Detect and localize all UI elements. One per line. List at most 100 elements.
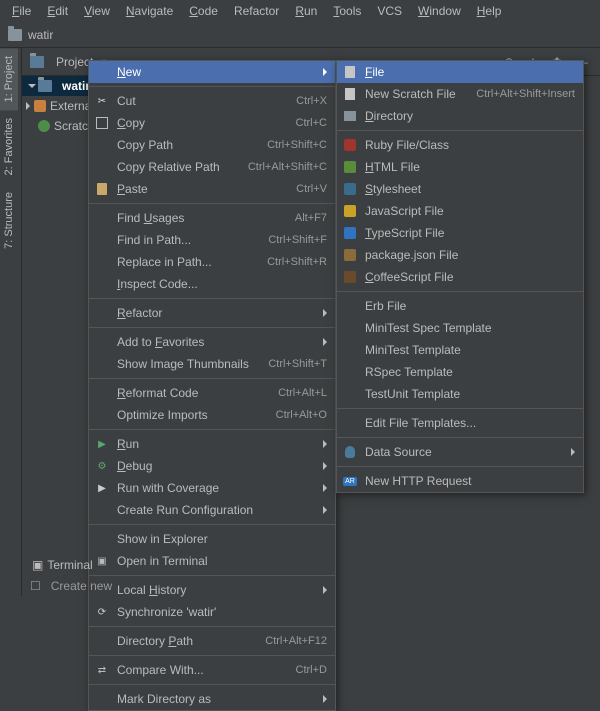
menu-file[interactable]: File: [4, 4, 39, 18]
submenu-arrow-icon: [571, 448, 575, 456]
menu-item-create-run-configuration[interactable]: Create Run Configuration: [89, 499, 335, 521]
separator: [89, 298, 335, 299]
menu-item-cut[interactable]: ✂CutCtrl+X: [89, 90, 335, 112]
menu-item-package-json-file[interactable]: package.json File: [337, 244, 583, 266]
menu-item-label: Optimize Imports: [117, 408, 208, 422]
menu-icon: ⇄: [95, 663, 109, 677]
menu-item-coffeescript-file[interactable]: CoffeeScript File: [337, 266, 583, 288]
menu-item-run-with-coverage[interactable]: ▶Run with Coverage: [89, 477, 335, 499]
menu-item-show-image-thumbnails[interactable]: Show Image ThumbnailsCtrl+Shift+T: [89, 353, 335, 375]
menu-item-label: Cut: [117, 94, 136, 108]
menu-item-javascript-file[interactable]: JavaScript File: [337, 200, 583, 222]
menu-item-testunit-template[interactable]: TestUnit Template: [337, 383, 583, 405]
menu-item-optimize-imports[interactable]: Optimize ImportsCtrl+Alt+O: [89, 404, 335, 426]
terminal-icon: ▣: [32, 558, 43, 572]
menu-item-find-in-path[interactable]: Find in Path...Ctrl+Shift+F: [89, 229, 335, 251]
menu-item-directory-path[interactable]: Directory PathCtrl+Alt+F12: [89, 630, 335, 652]
tool-tab-structure[interactable]: 7: Structure: [0, 184, 18, 257]
menu-navigate[interactable]: Navigate: [118, 4, 181, 18]
i-cs-icon: [343, 270, 357, 284]
menu-item-edit-file-templates[interactable]: Edit File Templates...: [337, 412, 583, 434]
menu-item-label: TypeScript File: [365, 226, 444, 240]
menu-item-local-history[interactable]: Local History: [89, 579, 335, 601]
shortcut: Ctrl+C: [296, 117, 327, 129]
menu-item-copy[interactable]: CopyCtrl+C: [89, 112, 335, 134]
menu-item-synchronize-watir[interactable]: ⟳Synchronize 'watir': [89, 601, 335, 623]
shortcut: Ctrl+D: [296, 664, 327, 676]
menu-item-paste[interactable]: PasteCtrl+V: [89, 178, 335, 200]
menu-item-minitest-spec-template[interactable]: MiniTest Spec Template: [337, 317, 583, 339]
i-paste-icon: [95, 182, 109, 196]
i-js-icon: [343, 204, 357, 218]
separator: [89, 626, 335, 627]
separator: [89, 684, 335, 685]
left-tool-tabs: 1: Project2: Favorites7: Structure: [0, 48, 22, 596]
menu-item-rspec-template[interactable]: RSpec Template: [337, 361, 583, 383]
menu-view[interactable]: View: [76, 4, 118, 18]
menu-item-debug[interactable]: ⚙Debug: [89, 455, 335, 477]
menu-item-reformat-code[interactable]: Reformat CodeCtrl+Alt+L: [89, 382, 335, 404]
submenu-arrow-icon: [323, 68, 327, 76]
menu-item-label: New HTTP Request: [365, 474, 471, 488]
menu-item-mark-directory-as[interactable]: Mark Directory as: [89, 688, 335, 710]
menu-item-label: Copy Path: [117, 138, 173, 152]
menu-vcs[interactable]: VCS: [369, 4, 410, 18]
submenu-arrow-icon: [323, 440, 327, 448]
tool-tab-project[interactable]: 1: Project: [0, 48, 18, 110]
menu-tools[interactable]: Tools: [325, 4, 369, 18]
folder-icon: [8, 29, 22, 41]
menu-item-new[interactable]: New: [89, 61, 335, 83]
menu-item-data-source[interactable]: Data Source: [337, 441, 583, 463]
i-dir-icon: [343, 109, 357, 123]
menu-window[interactable]: Window: [410, 4, 469, 18]
menu-item-label: Debug: [117, 459, 152, 473]
menu-item-typescript-file[interactable]: TypeScript File: [337, 222, 583, 244]
menu-item-directory[interactable]: Directory: [337, 105, 583, 127]
tab-terminal[interactable]: ▣ Terminal: [32, 558, 93, 572]
menu-edit[interactable]: Edit: [39, 4, 76, 18]
menu-item-html-file[interactable]: HTML File: [337, 156, 583, 178]
menu-item-erb-file[interactable]: Erb File: [337, 295, 583, 317]
menu-item-copy-relative-path[interactable]: Copy Relative PathCtrl+Alt+Shift+C: [89, 156, 335, 178]
menu-item-find-usages[interactable]: Find UsagesAlt+F7: [89, 207, 335, 229]
menu-item-replace-in-path[interactable]: Replace in Path...Ctrl+Shift+R: [89, 251, 335, 273]
i-ts-icon: [343, 226, 357, 240]
menu-item-minitest-template[interactable]: MiniTest Template: [337, 339, 583, 361]
menu-item-new-http-request[interactable]: New HTTP Request: [337, 470, 583, 492]
menu-item-open-in-terminal[interactable]: ▣Open in Terminal: [89, 550, 335, 572]
status-bar: ☐ Create new: [22, 576, 112, 596]
menu-item-new-scratch-file[interactable]: New Scratch FileCtrl+Alt+Shift+Insert: [337, 83, 583, 105]
tool-tab-favorites[interactable]: 2: Favorites: [0, 110, 18, 183]
i-http-icon: [343, 474, 357, 488]
separator: [337, 130, 583, 131]
menu-run[interactable]: Run: [287, 4, 325, 18]
context-menu-new: FileNew Scratch FileCtrl+Alt+Shift+Inser…: [336, 60, 584, 493]
expand-icon: [26, 102, 30, 110]
separator: [89, 429, 335, 430]
menu-item-ruby-file-class[interactable]: Ruby File/Class: [337, 134, 583, 156]
shortcut: Ctrl+Alt+F12: [265, 635, 327, 647]
menu-item-inspect-code[interactable]: Inspect Code...: [89, 273, 335, 295]
menu-item-label: Paste: [117, 182, 148, 196]
menu-item-file[interactable]: File: [337, 61, 583, 83]
shortcut: Ctrl+X: [296, 95, 327, 107]
menu-item-run[interactable]: ▶Run: [89, 433, 335, 455]
separator: [89, 203, 335, 204]
menu-help[interactable]: Help: [469, 4, 510, 18]
menu-item-copy-path[interactable]: Copy PathCtrl+Shift+C: [89, 134, 335, 156]
breadcrumb-root[interactable]: watir: [28, 28, 53, 42]
menu-refactor[interactable]: Refactor: [226, 4, 287, 18]
menu-item-add-to-favorites[interactable]: Add to Favorites: [89, 331, 335, 353]
menu-item-label: Replace in Path...: [117, 255, 212, 269]
menubar: FileEditViewNavigateCodeRefactorRunTools…: [0, 0, 600, 22]
menu-code[interactable]: Code: [181, 4, 226, 18]
menu-item-compare-with[interactable]: ⇄Compare With...Ctrl+D: [89, 659, 335, 681]
i-rb-icon: [343, 138, 357, 152]
menu-item-show-in-explorer[interactable]: Show in Explorer: [89, 528, 335, 550]
submenu-arrow-icon: [323, 484, 327, 492]
menu-item-label: Show in Explorer: [117, 532, 208, 546]
menu-item-refactor[interactable]: Refactor: [89, 302, 335, 324]
menu-item-label: Add to Favorites: [117, 335, 204, 349]
menu-item-stylesheet[interactable]: Stylesheet: [337, 178, 583, 200]
menu-item-label: Local History: [117, 583, 186, 597]
